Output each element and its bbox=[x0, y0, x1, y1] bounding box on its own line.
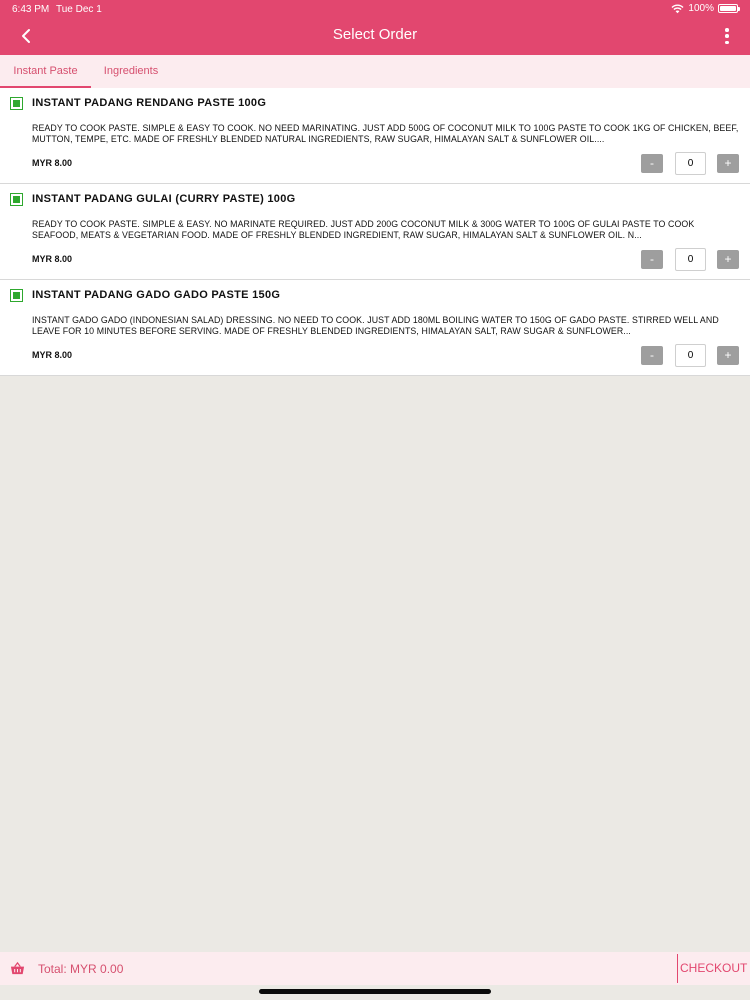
product-description: READY TO COOK PASTE. SIMPLE & EASY. NO M… bbox=[32, 219, 695, 240]
decrease-quantity-button[interactable]: - bbox=[641, 346, 663, 365]
increase-quantity-button[interactable]: + bbox=[717, 154, 739, 173]
app-header: 6:43 PM Tue Dec 1 100% Select Order bbox=[0, 0, 750, 55]
more-vertical-icon-dot bbox=[725, 34, 729, 38]
battery-level bbox=[720, 6, 736, 11]
more-menu-button[interactable] bbox=[722, 26, 732, 46]
battery-percent: 100% bbox=[688, 3, 714, 14]
status-date: Tue Dec 1 bbox=[56, 4, 102, 15]
product-item: INSTANT PADANG RENDANG PASTE 100G READY … bbox=[0, 88, 750, 184]
product-checkbox[interactable] bbox=[10, 193, 23, 206]
decrease-quantity-button[interactable]: - bbox=[641, 154, 663, 173]
product-item: INSTANT PADANG GULAI (CURRY PASTE) 100G … bbox=[0, 184, 750, 280]
battery-icon bbox=[718, 4, 740, 13]
quantity-input[interactable] bbox=[675, 344, 706, 367]
home-indicator[interactable] bbox=[259, 989, 491, 994]
decrease-quantity-button[interactable]: - bbox=[641, 250, 663, 269]
product-price: MYR 8.00 bbox=[32, 158, 73, 168]
quantity-input[interactable] bbox=[675, 248, 706, 271]
status-time: 6:43 PM bbox=[12, 4, 50, 15]
product-list: INSTANT PADANG RENDANG PASTE 100G READY … bbox=[0, 88, 750, 376]
order-total: Total: MYR 0.00 bbox=[38, 962, 124, 976]
product-price: MYR 8.00 bbox=[32, 350, 73, 360]
product-price: MYR 8.00 bbox=[32, 254, 73, 264]
tab-ingredients[interactable]: Ingredients bbox=[91, 55, 171, 88]
product-name: INSTANT PADANG GULAI (CURRY PASTE) 100G bbox=[32, 193, 296, 205]
checkout-button[interactable]: CHECKOUT bbox=[677, 954, 750, 983]
product-name: INSTANT PADANG GADO GADO PASTE 150G bbox=[32, 289, 281, 301]
product-checkbox[interactable] bbox=[10, 289, 23, 302]
product-checkbox[interactable] bbox=[10, 97, 23, 110]
product-item: INSTANT PADANG GADO GADO PASTE 150G INST… bbox=[0, 280, 750, 376]
increase-quantity-button[interactable]: + bbox=[717, 346, 739, 365]
category-tabs: Instant Paste Ingredients bbox=[0, 55, 750, 88]
more-vertical-icon-dot bbox=[725, 40, 729, 44]
status-indicators: 100% bbox=[671, 3, 740, 14]
wifi-icon bbox=[671, 4, 684, 13]
product-name: INSTANT PADANG RENDANG PASTE 100G bbox=[32, 97, 267, 109]
quantity-input[interactable] bbox=[675, 152, 706, 175]
page-title: Select Order bbox=[332, 26, 418, 43]
increase-quantity-button[interactable]: + bbox=[717, 250, 739, 269]
order-footer: Total: MYR 0.00 CHECKOUT bbox=[0, 952, 750, 985]
basket-icon bbox=[10, 961, 25, 975]
tab-instant-paste[interactable]: Instant Paste bbox=[0, 55, 91, 88]
more-vertical-icon-dot bbox=[725, 28, 729, 32]
product-description: READY TO COOK PASTE. SIMPLE & EASY TO CO… bbox=[32, 123, 739, 144]
product-description: INSTANT GADO GADO (INDONESIAN SALAD) DRE… bbox=[32, 315, 719, 336]
